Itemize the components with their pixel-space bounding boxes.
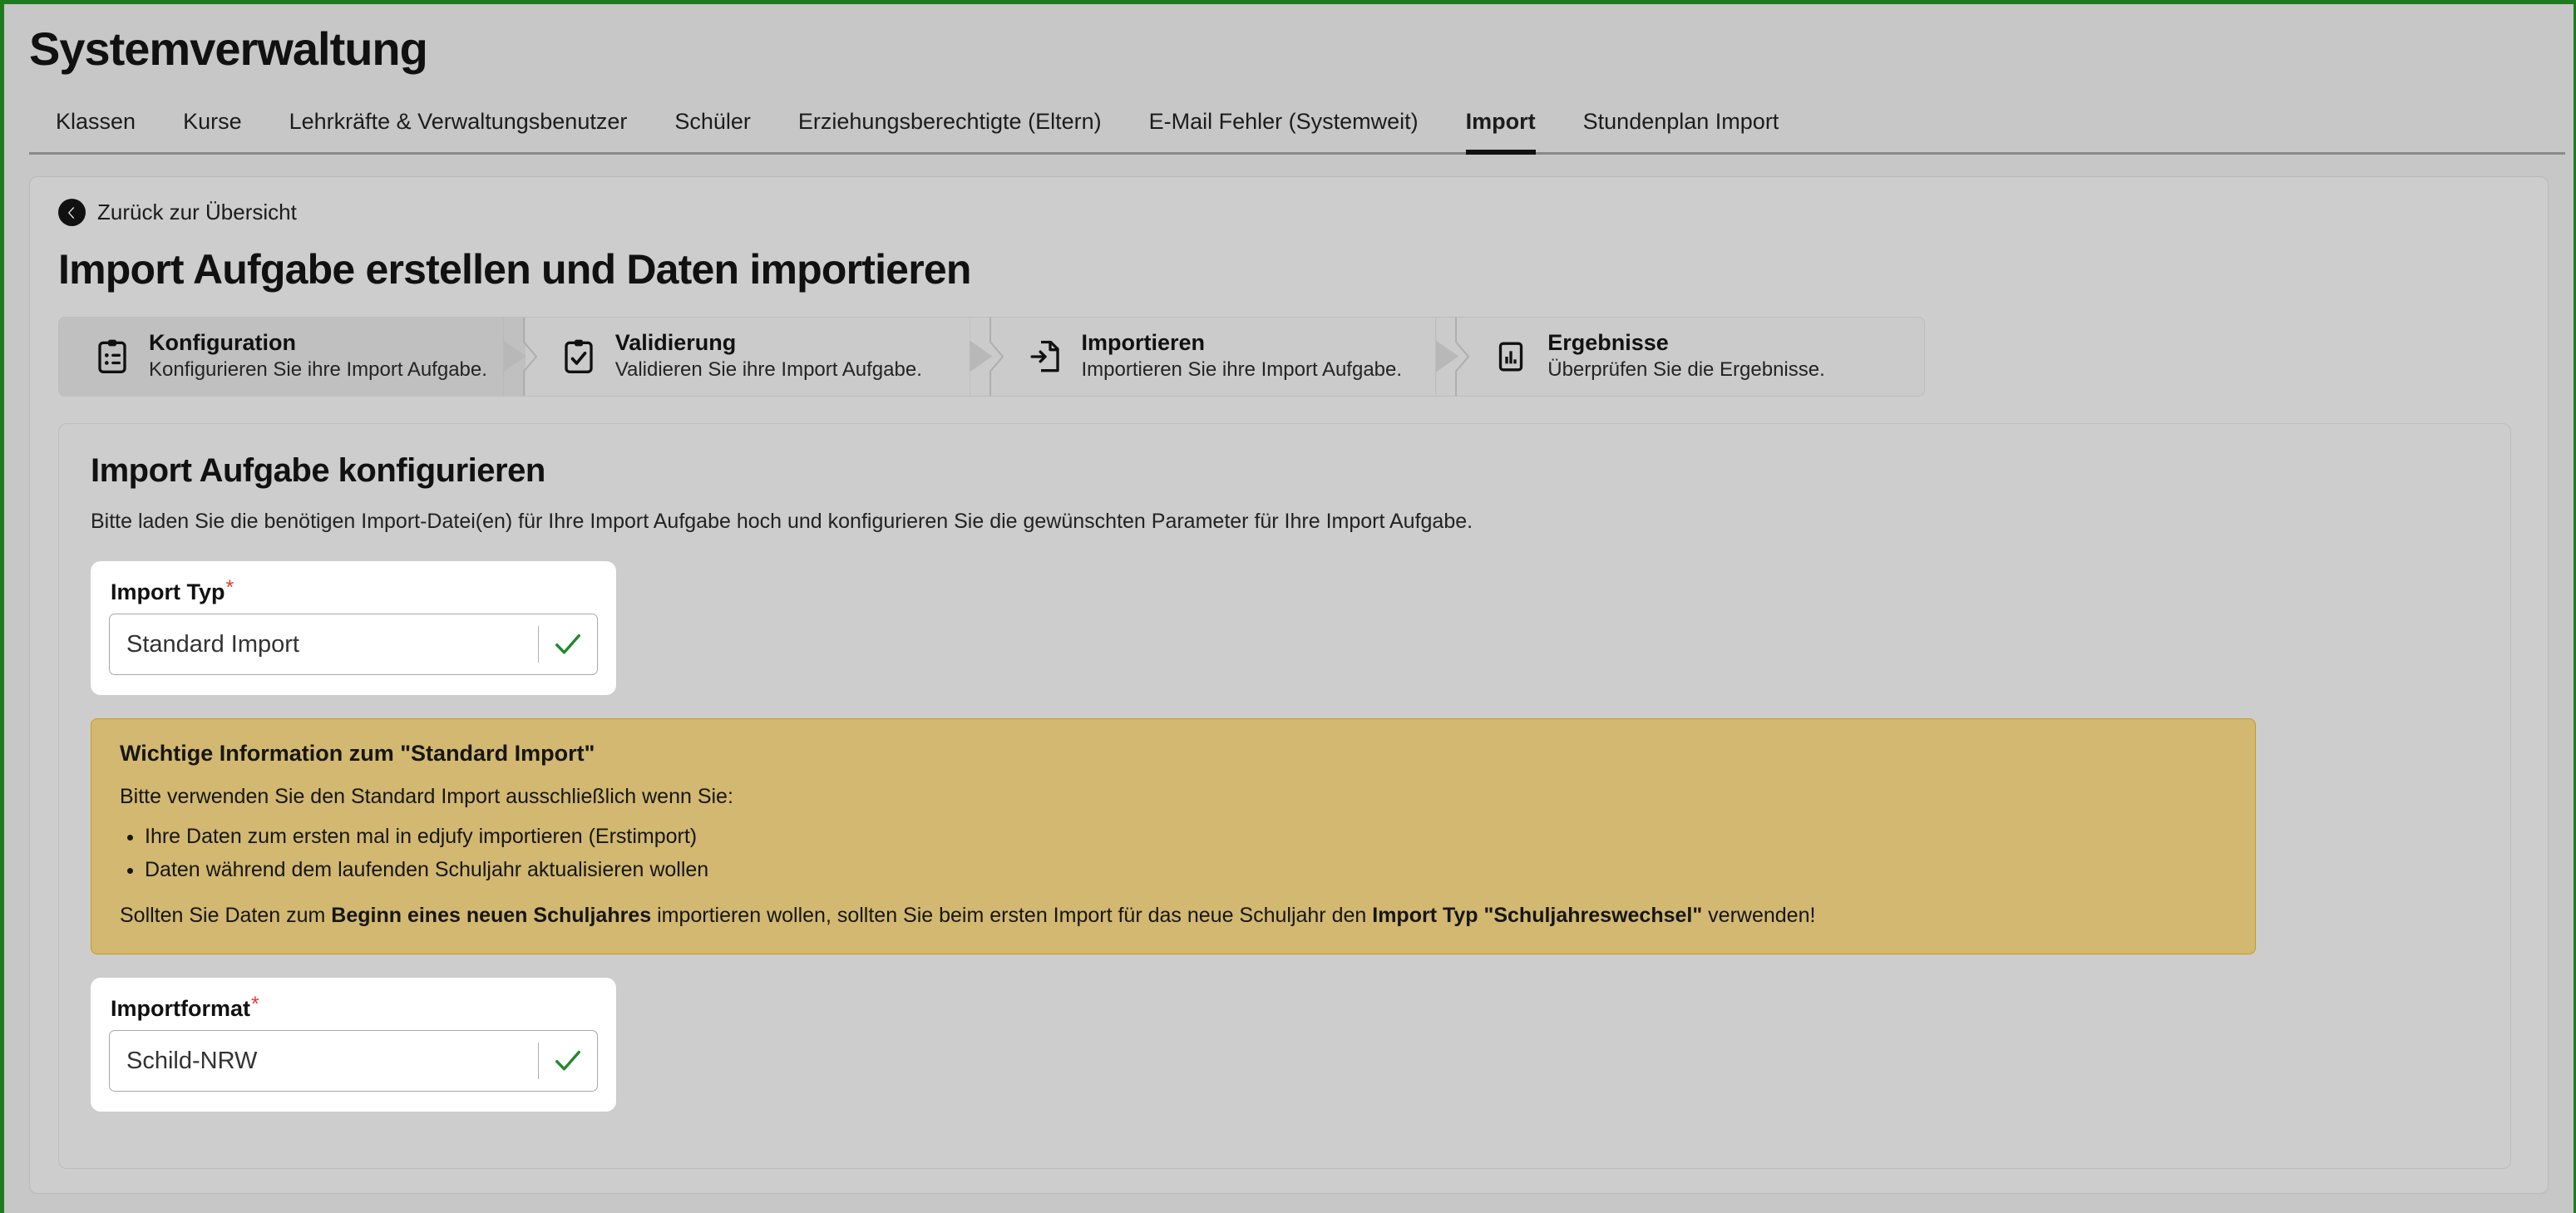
warning-footer: Sollten Sie Daten zum Beginn eines neuen… (120, 902, 2227, 929)
importformat-select[interactable]: Schild-NRW (109, 1030, 598, 1092)
step-konfiguration-subtitle: Konfigurieren Sie ihre Import Aufgabe. (149, 359, 487, 381)
import-typ-required-marker: * (226, 576, 234, 599)
configuration-panel: Import Aufgabe konfigurieren Bitte laden… (58, 423, 2511, 1170)
panel-title: Import Aufgabe konfigurieren (91, 452, 2479, 490)
step-validierung-subtitle: Validieren Sie ihre Import Aufgabe. (615, 359, 922, 381)
warning-footer-part1: Sollten Sie Daten zum (120, 904, 331, 927)
step-importieren-subtitle: Importieren Sie ihre Import Aufgabe. (1082, 359, 1403, 381)
tab-import[interactable]: Import (1466, 109, 1536, 155)
step-validierung[interactable]: Validierung Validieren Sie ihre Import A… (526, 318, 992, 396)
import-typ-select[interactable]: Standard Import (109, 614, 598, 675)
page-title: Import Aufgabe erstellen und Daten impor… (58, 248, 2519, 292)
warning-title: Wichtige Information zum "Standard Impor… (120, 741, 2227, 767)
back-to-overview-label: Zurück zur Übersicht (97, 200, 297, 225)
tab-lehrkraefte-verwaltungsbenutzer[interactable]: Lehrkräfte & Verwaltungsbenutzer (289, 109, 628, 155)
step-importieren-title: Importieren (1082, 331, 1403, 356)
standard-import-warning-box: Wichtige Information zum "Standard Impor… (91, 718, 2256, 954)
importformat-label: Importformat (111, 996, 250, 1022)
warning-bullet-item: Daten während dem laufenden Schuljahr ak… (145, 857, 2227, 883)
warning-bullet-list: Ihre Daten zum ersten mal in edjufy impo… (120, 824, 2227, 884)
importformat-label-row: Importformat* (109, 996, 598, 1030)
warning-footer-part3: verwenden! (1702, 904, 1815, 927)
importformat-required-marker: * (251, 993, 259, 1016)
step-ergebnisse[interactable]: Ergebnisse Überprüfen Sie die Ergebnisse… (1458, 318, 1924, 396)
tab-schueler[interactable]: Schüler (674, 109, 751, 155)
import-stepper: Konfiguration Konfigurieren Sie ihre Imp… (58, 317, 1925, 397)
import-typ-label-row: Import Typ* (109, 579, 598, 614)
import-typ-field-card: Import Typ* Standard Import (91, 561, 616, 695)
page-header: Systemverwaltung Klassen Kurse Lehrkräft… (4, 4, 2574, 155)
warning-footer-part2: importieren wollen, sollten Sie beim ers… (651, 904, 1372, 927)
back-to-overview-link[interactable]: Zurück zur Übersicht (58, 199, 297, 226)
warning-bullet-item: Ihre Daten zum ersten mal in edjufy impo… (145, 824, 2227, 850)
tab-stundenplan-import[interactable]: Stundenplan Import (1583, 109, 1779, 155)
clipboard-check-icon (562, 338, 595, 375)
app-title: Systemverwaltung (29, 26, 2574, 72)
main-tabbar: Klassen Kurse Lehrkräfte & Verwaltungsbe… (29, 109, 2565, 155)
content-shell: Zurück zur Übersicht Import Aufgabe erst… (29, 176, 2549, 1194)
step-validierung-title: Validierung (615, 331, 922, 356)
tab-email-fehler[interactable]: E-Mail Fehler (Systemweit) (1149, 109, 1419, 155)
tab-kurse[interactable]: Kurse (183, 109, 242, 155)
file-import-icon (1029, 338, 1062, 375)
chevron-left-circle-icon (58, 199, 86, 226)
importformat-value: Schild-NRW (110, 1048, 538, 1075)
warning-lead: Bitte verwenden Sie den Standard Import … (120, 785, 2227, 809)
step-ergebnisse-subtitle: Überprüfen Sie die Ergebnisse. (1547, 359, 1825, 381)
check-icon (539, 1049, 597, 1072)
warning-footer-bold2: Import Typ "Schuljahreswechsel" (1372, 904, 1702, 927)
check-icon (539, 633, 597, 656)
warning-footer-bold1: Beginn eines neuen Schuljahres (331, 904, 651, 927)
tab-erziehungsberechtigte[interactable]: Erziehungsberechtigte (Eltern) (798, 109, 1102, 155)
step-importieren[interactable]: Importieren Importieren Sie ihre Import … (992, 318, 1458, 396)
step-konfiguration[interactable]: Konfiguration Konfigurieren Sie ihre Imp… (59, 318, 526, 396)
step-konfiguration-title: Konfiguration (149, 331, 487, 356)
bar-chart-icon (1494, 338, 1527, 375)
clipboard-list-icon (96, 338, 129, 375)
import-typ-value: Standard Import (110, 631, 538, 658)
importformat-field-card: Importformat* Schild-NRW (91, 978, 616, 1112)
import-typ-label: Import Typ (111, 579, 225, 605)
step-ergebnisse-title: Ergebnisse (1547, 331, 1825, 356)
tab-klassen[interactable]: Klassen (56, 109, 136, 155)
panel-description: Bitte laden Sie die benötigen Import-Dat… (91, 508, 2479, 535)
